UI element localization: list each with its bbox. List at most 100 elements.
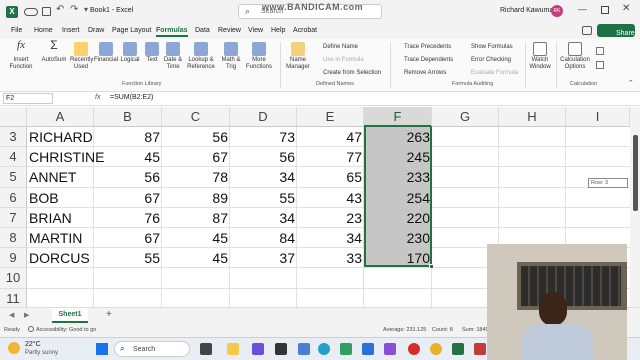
row-header[interactable]: 11 [0,288,27,307]
cell-score-e[interactable]: 65 [297,167,364,187]
name-box[interactable]: F2 [3,93,53,104]
insert-function-button[interactable]: fx Insert Function [6,40,36,71]
row-header[interactable]: 5 [0,167,27,188]
save-icon[interactable] [42,7,51,16]
cell-score-d[interactable]: 55 [230,188,297,208]
calculate-sheet-icon[interactable] [596,61,604,69]
cell-score-e[interactable]: 77 [297,147,364,167]
app-icon-red[interactable] [474,343,486,355]
watch-window-button[interactable]: Watch Window [527,42,553,71]
cell-score-c[interactable]: 67 [162,147,230,167]
row-header[interactable]: 3 [0,127,27,148]
next-sheet-icon[interactable]: ▶ [24,311,29,319]
column-header-g[interactable]: G [432,107,499,127]
show-formulas-button[interactable]: Show Formulas [471,44,513,50]
text-button[interactable]: Text [142,42,162,64]
cell-score-c[interactable] [162,268,230,288]
weather-icon[interactable] [8,342,20,354]
cell-total-f[interactable] [364,268,432,288]
name-manager-button[interactable]: Name Manager [284,42,312,71]
cell-name[interactable]: RICHARD [29,127,96,147]
redo-icon[interactable]: ↷ [70,4,78,15]
cell-total-f[interactable]: 254 [364,188,432,208]
collapse-ribbon-icon[interactable]: ⌃ [628,79,634,87]
evaluate-formula-button[interactable]: Evaluate Formula [471,70,518,76]
cell-score-c[interactable]: 45 [162,228,230,248]
autosave-toggle[interactable] [24,8,38,16]
row-header[interactable]: 4 [0,147,27,168]
define-name-button[interactable]: Define Name [323,44,358,50]
row-header[interactable]: 8 [0,228,27,249]
cell-total-f[interactable]: 233 [364,167,432,187]
cell-total-f[interactable]: 230 [364,228,432,248]
restore-icon[interactable] [601,6,609,14]
tab-file[interactable]: File [11,27,22,34]
cell-score-b[interactable]: 76 [94,208,162,228]
cell-total-f[interactable]: 263 [364,127,432,147]
app-icon-green[interactable] [340,343,352,355]
row-header[interactable]: 6 [0,187,27,208]
record-icon[interactable] [408,343,420,355]
fx-icon[interactable]: fx [95,94,100,101]
media-app-icon[interactable] [252,343,264,355]
close-icon[interactable]: ✕ [622,3,630,14]
column-header-h[interactable]: H [499,107,566,127]
cell-name[interactable] [29,289,96,307]
tab-acrobat[interactable]: Acrobat [293,27,317,34]
cell-score-c[interactable] [162,289,230,307]
row-header[interactable]: 9 [0,248,27,269]
windows-start-icon[interactable] [96,343,108,355]
column-header-a[interactable]: A [27,107,94,127]
math-trig-button[interactable]: Math & Trig [219,42,243,71]
cell-score-b[interactable]: 56 [94,167,162,187]
cell-score-b[interactable]: 67 [94,228,162,248]
column-header-d[interactable]: D [230,107,297,127]
vertical-scrollbar[interactable] [630,107,640,307]
use-in-formula-button[interactable]: Use in Formula [323,57,364,63]
cell-score-d[interactable]: 37 [230,248,297,268]
cell-score-e[interactable]: 43 [297,188,364,208]
cell-score-d[interactable]: 34 [230,167,297,187]
lookup-reference-button[interactable]: Lookup & Reference [186,42,216,71]
trace-precedents-button[interactable]: Trace Precedents [404,44,451,50]
row-header[interactable]: 10 [0,268,27,289]
cell-total-f[interactable] [364,289,432,307]
cell-score-e[interactable] [297,289,364,307]
cell-score-d[interactable] [230,289,297,307]
cell-score-c[interactable]: 45 [162,248,230,268]
user-name[interactable]: Richard Kawuma [500,7,553,14]
video-app-icon[interactable] [275,343,287,355]
financial-button[interactable]: Financial [94,42,118,64]
cell-score-b[interactable]: 67 [94,188,162,208]
column-header-i[interactable]: I [566,107,630,127]
cell-score-d[interactable]: 73 [230,127,297,147]
tab-help[interactable]: Help [271,27,285,34]
cell-score-c[interactable]: 89 [162,188,230,208]
select-all-corner[interactable] [0,107,27,127]
create-from-selection-button[interactable]: Create from Selection [323,70,381,76]
row-header[interactable]: 7 [0,207,27,228]
cell-score-d[interactable]: 56 [230,147,297,167]
cell-score-e[interactable]: 23 [297,208,364,228]
avatar[interactable]: RK [551,5,563,17]
add-sheet-button[interactable]: + [106,309,112,320]
date-time-button[interactable]: Date & Time [162,42,184,71]
cell-score-e[interactable]: 34 [297,228,364,248]
cell-name[interactable]: BRIAN [29,208,96,228]
cell-score-d[interactable] [230,268,297,288]
store-icon[interactable] [298,343,310,355]
cell-score-b[interactable]: 55 [94,248,162,268]
tab-review[interactable]: Review [218,27,241,34]
more-functions-button[interactable]: More Functions [244,42,274,71]
cell-name[interactable]: MARTIN [29,228,96,248]
cell-score-e[interactable]: 47 [297,127,364,147]
cell-score-c[interactable]: 87 [162,208,230,228]
column-header-e[interactable]: E [297,107,364,127]
autosum-button[interactable]: Σ AutoSum [39,39,69,64]
tab-data[interactable]: Data [195,27,210,34]
scroll-thumb[interactable] [633,135,638,211]
undo-icon[interactable]: ↶ [56,4,64,15]
cell-total-f[interactable]: 170 [364,248,432,268]
remove-arrows-button[interactable]: Remove Arrows [404,70,446,76]
edge-icon[interactable] [318,343,330,355]
